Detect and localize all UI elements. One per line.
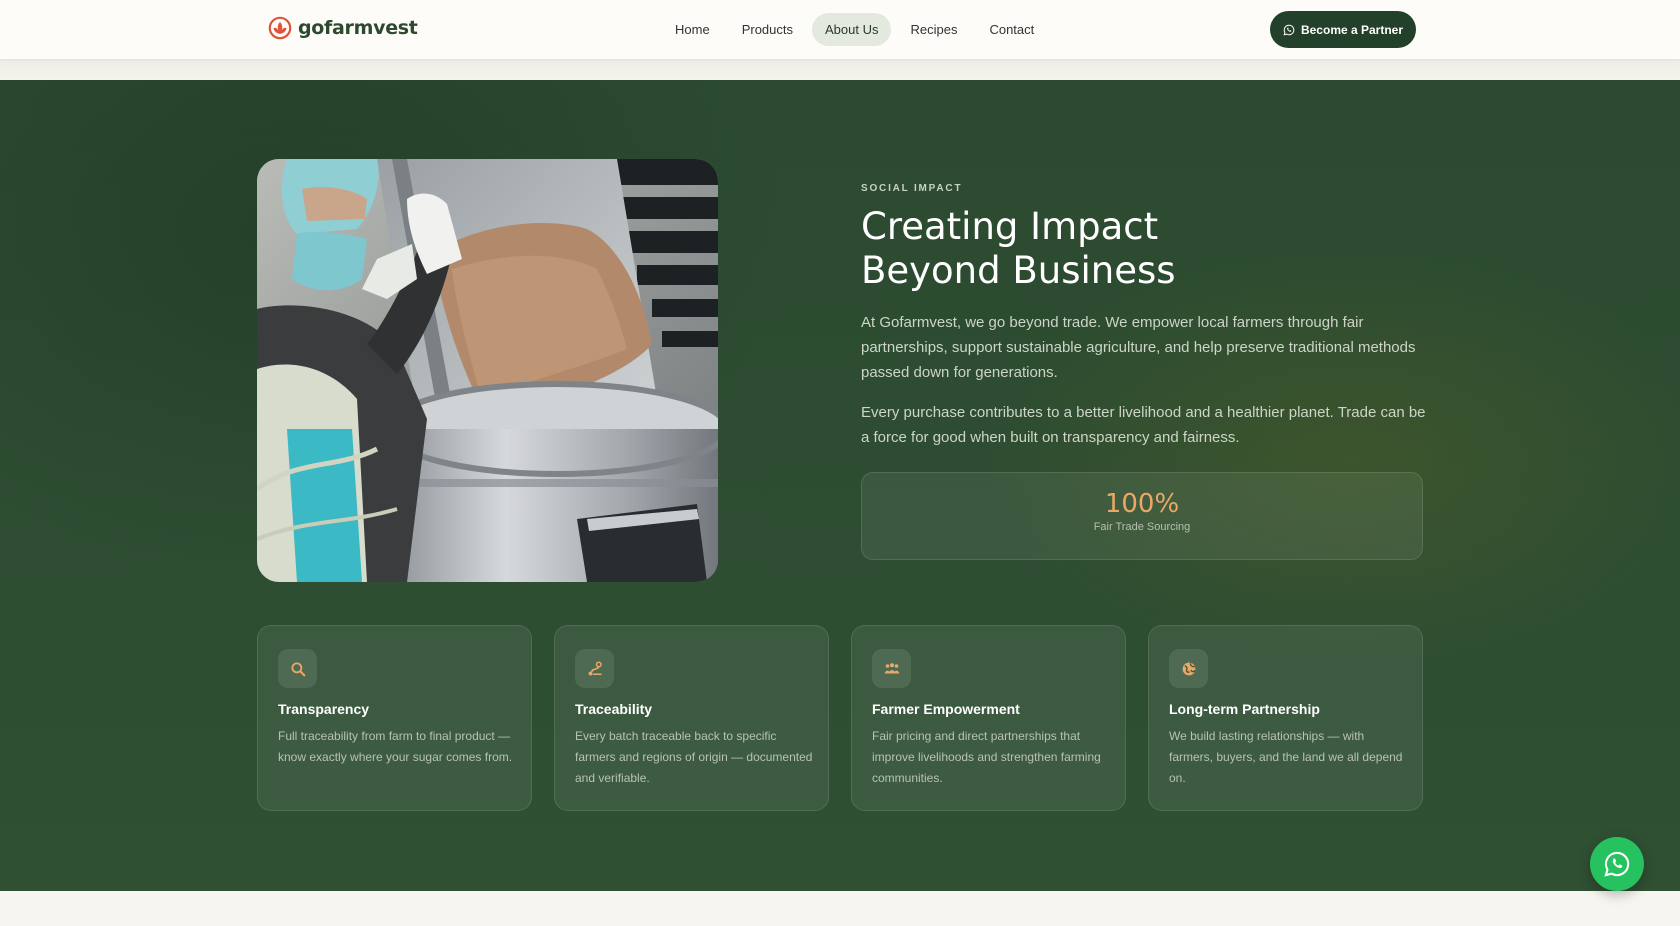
- section-title-line-1: Creating Impact: [861, 205, 1159, 248]
- feature-title: Long-term Partnership: [1169, 701, 1320, 717]
- nav-item-contact[interactable]: Contact: [976, 13, 1047, 46]
- nav-item-products[interactable]: Products: [729, 13, 806, 46]
- feature-card-traceability: Traceability Every batch traceable back …: [554, 625, 829, 811]
- route-icon: [575, 649, 614, 688]
- hero-photo: [257, 159, 718, 582]
- feature-title: Farmer Empowerment: [872, 701, 1020, 717]
- brand-logo[interactable]: gofarmvest: [268, 15, 418, 41]
- impact-paragraph: Every purchase contributes to a better l…: [861, 404, 1426, 446]
- feature-card-farmer-empowerment: Farmer Empowerment Fair pricing and dire…: [851, 625, 1126, 811]
- globe-icon: [1169, 649, 1208, 688]
- become-partner-label: Become a Partner: [1300, 22, 1404, 37]
- stat-label: Fair Trade Sourcing: [1093, 521, 1191, 533]
- whatsapp-chat-button[interactable]: [1590, 837, 1644, 891]
- site-header: gofarmvest Home Products About Us Recipe…: [0, 0, 1680, 59]
- section-eyebrow: SOCIAL IMPACT: [861, 183, 963, 194]
- brand-name: gofarmvest: [298, 17, 418, 39]
- feature-card-long-term-partnership: Long-term Partnership We build lasting r…: [1148, 625, 1423, 811]
- feature-title: Traceability: [575, 701, 653, 717]
- header-spacer: [0, 59, 1680, 80]
- search-icon: [278, 649, 317, 688]
- whatsapp-icon: [1283, 24, 1295, 35]
- feature-description: Fair pricing and direct partnerships tha…: [872, 729, 1101, 785]
- feature-description: Full traceability from farm to final pro…: [278, 729, 513, 764]
- feature-card-transparency: Transparency Full traceability from farm…: [257, 625, 532, 811]
- feature-description: We build lasting relationships — with fa…: [1169, 729, 1403, 785]
- section-title: Creating Impact Beyond Business: [861, 205, 1381, 293]
- people-icon: [872, 649, 911, 688]
- whatsapp-icon: [1604, 851, 1630, 877]
- stat-value: 100%: [1104, 489, 1180, 519]
- next-section-band: [0, 891, 1680, 926]
- hero-photo-illustration: [257, 159, 718, 582]
- fair-trade-stat-card: 100% Fair Trade Sourcing: [861, 472, 1423, 560]
- social-impact-section: [0, 80, 1680, 891]
- nav-item-about-us[interactable]: About Us: [812, 13, 892, 46]
- nav-item-recipes[interactable]: Recipes: [897, 13, 970, 46]
- feature-title: Transparency: [278, 701, 370, 717]
- nav-item-home[interactable]: Home: [662, 13, 723, 46]
- section-title-line-2: Beyond Business: [861, 249, 1176, 292]
- become-partner-button[interactable]: Become a Partner: [1270, 11, 1416, 48]
- feature-description: Every batch traceable back to specific f…: [575, 729, 813, 785]
- intro-paragraph: At Gofarmvest, we go beyond trade. We em…: [861, 314, 1416, 381]
- main-nav: Home Products About Us Recipes Contact: [662, 12, 1047, 47]
- logo-icon: [268, 16, 292, 40]
